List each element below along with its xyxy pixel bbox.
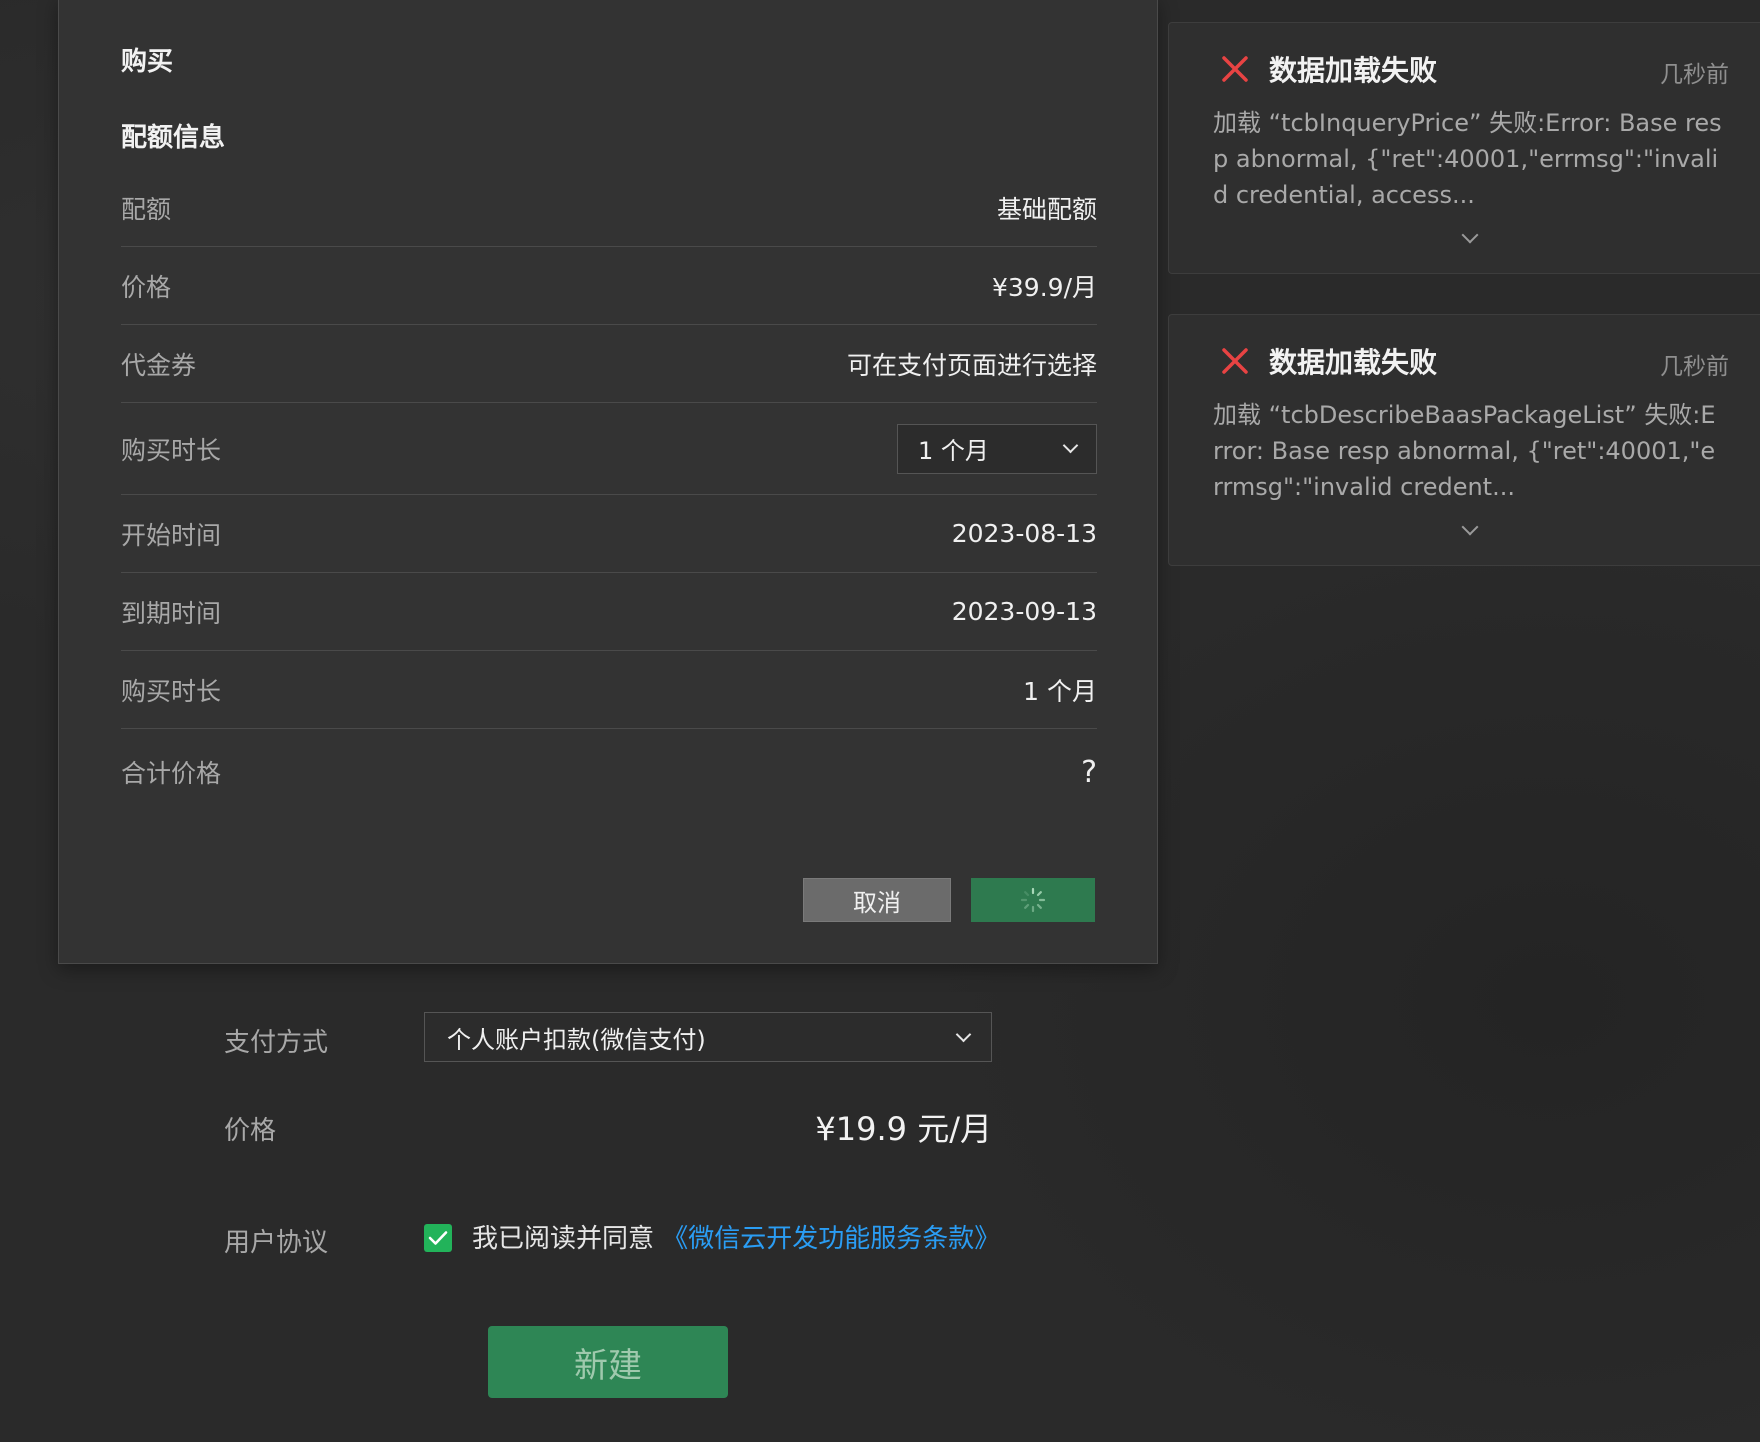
toast-message: 加载 “tcbDescribeBaasPackageList” 失败:Error… [1213, 401, 1716, 501]
section-title-quota-info: 配额信息 [121, 123, 226, 153]
row-quota: 配额 基础配额 [121, 169, 1097, 247]
agreement-text: 我已阅读并同意 《微信云开发功能服务条款》 [472, 1218, 1000, 1255]
row-price: 价格 ¥39.9/月 [121, 247, 1097, 325]
row-value: 可在支付页面进行选择 [846, 350, 1097, 380]
create-button[interactable]: 新建 [488, 1326, 728, 1398]
row-label: 配额 [121, 194, 172, 224]
duration-select-value: 1 个月 [918, 437, 989, 465]
agreement-label: 用户协议 [224, 1228, 329, 1258]
price-value: ¥19.9 元/月 [815, 1110, 992, 1148]
row-value: 1 个月 [1023, 676, 1097, 706]
row-label: 价格 [121, 272, 172, 302]
row-duration: 购买时长 1 个月 [121, 651, 1097, 729]
chevron-down-icon [1062, 437, 1079, 454]
row-end-time: 到期时间 2023-09-13 [121, 573, 1097, 651]
dialog-buttons: 取消 [803, 878, 1095, 922]
toast-title: 数据加载失败 [1269, 346, 1438, 379]
purchase-dialog: 购买 配额信息 配额 基础配额 价格 ¥39.9/月 代金券 可在支付页面进行选… [58, 0, 1158, 964]
agreement-prefix: 我已阅读并同意 [472, 1224, 655, 1254]
payment-method-label: 支付方式 [224, 1028, 329, 1058]
expand-chevron-icon[interactable] [1461, 518, 1479, 536]
loading-spinner-icon [1020, 887, 1046, 913]
error-close-icon [1222, 56, 1248, 82]
row-start-time: 开始时间 2023-08-13 [121, 495, 1097, 573]
row-label: 购买时长 [121, 676, 222, 706]
quota-info-list: 配额 基础配额 价格 ¥39.9/月 代金券 可在支付页面进行选择 购买时长 1… [121, 169, 1097, 815]
row-label: 代金券 [121, 350, 197, 380]
row-label: 开始时间 [121, 520, 222, 550]
row-value: ¥39.9/月 [992, 272, 1097, 302]
agreement-checkbox[interactable] [424, 1224, 452, 1252]
toast-title: 数据加载失败 [1269, 54, 1438, 87]
price-label: 价格 [224, 1116, 277, 1146]
row-voucher: 代金券 可在支付页面进行选择 [121, 325, 1097, 403]
payment-method-select[interactable]: 个人账户扣款(微信支付) [424, 1012, 992, 1062]
payment-method-value: 个人账户扣款(微信支付) [447, 1025, 706, 1054]
error-close-icon [1222, 348, 1248, 374]
row-label: 购买时长 [121, 435, 222, 465]
row-value: 2023-08-13 [951, 519, 1097, 548]
row-total-price: 合计价格 ? [121, 729, 1097, 815]
row-duration-select: 购买时长 1 个月 [121, 403, 1097, 495]
expand-chevron-icon[interactable] [1461, 226, 1479, 244]
toast-message: 加载 “tcbInqueryPrice” 失败:Error: Base resp… [1213, 109, 1722, 209]
row-label: 到期时间 [121, 598, 222, 628]
row-value: ? [1081, 754, 1097, 790]
toast-time: 几秒前 [1660, 354, 1729, 380]
checkmark-icon [428, 1231, 448, 1245]
error-toast: 数据加载失败 几秒前 加载 “tcbInqueryPrice” 失败:Error… [1168, 22, 1760, 274]
duration-select[interactable]: 1 个月 [897, 423, 1097, 474]
dialog-title: 购买 [121, 47, 174, 77]
terms-link[interactable]: 《微信云开发功能服务条款》 [662, 1224, 1000, 1254]
row-value: 2023-09-13 [951, 597, 1097, 626]
confirm-button[interactable] [971, 878, 1095, 922]
error-toast: 数据加载失败 几秒前 加载 “tcbDescribeBaasPackageLis… [1168, 314, 1760, 566]
cancel-button[interactable]: 取消 [803, 878, 951, 922]
row-label: 合计价格 [121, 759, 222, 788]
chevron-down-icon [955, 1026, 972, 1042]
toast-time: 几秒前 [1660, 62, 1729, 88]
row-value: 基础配额 [996, 194, 1097, 224]
